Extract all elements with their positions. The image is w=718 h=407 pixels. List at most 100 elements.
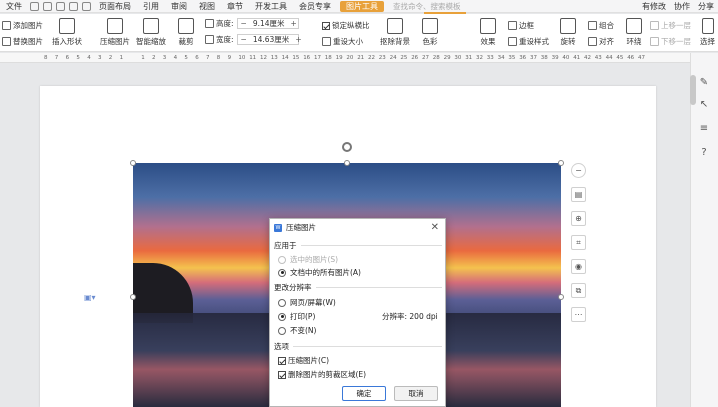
zoom-picture-icon[interactable]: ⊕ [571, 211, 586, 226]
ruler-tick: 27 [422, 55, 429, 61]
undo-icon[interactable] [69, 1, 78, 11]
group-icon [588, 21, 597, 30]
radio-no-change[interactable]: 不变(N) [278, 325, 316, 336]
select-icon [701, 18, 714, 34]
changed-status[interactable]: 有修改 [638, 0, 670, 12]
replace-picture-button[interactable]: 替换图片 [2, 36, 43, 47]
resize-handle-left[interactable] [130, 294, 136, 300]
ruler-tick: 3 [162, 55, 167, 61]
ruler-tick: 28 [432, 55, 440, 61]
dialog-title: 压缩图片 [286, 223, 316, 232]
tab-view[interactable]: 视图 [193, 0, 221, 12]
collab-button[interactable]: 协作 [670, 0, 694, 12]
align-button[interactable]: 对齐 [588, 36, 614, 47]
group-button[interactable]: 组合 [588, 20, 614, 31]
redo-icon[interactable] [82, 1, 91, 11]
save-icon[interactable] [30, 1, 39, 11]
horizontal-ruler[interactable]: 8 7 6 5 4 3 2 1 1 2 3 4 5 6 7 8 9 10 11 12 13 14 15 16 17 18 19 20 2… [0, 53, 690, 63]
radio-print[interactable]: 打印(P) [278, 311, 315, 322]
effects-button[interactable]: 效果 [480, 18, 496, 47]
tab-references[interactable]: 引用 [137, 0, 165, 12]
resize-handle-right[interactable] [558, 294, 564, 300]
select-button[interactable]: 选择 [700, 18, 715, 47]
tab-review[interactable]: 审阅 [165, 0, 193, 12]
reset-size-button[interactable]: 重设大小 [322, 36, 363, 47]
resize-handle-top[interactable] [344, 160, 350, 166]
more-icon[interactable]: ⋯ [571, 307, 586, 322]
radio-all-pictures[interactable]: 文档中的所有图片(A) [278, 267, 361, 278]
border-button[interactable]: 边框 [508, 20, 534, 31]
tab-page-layout[interactable]: 页面布局 [93, 0, 137, 12]
insert-shape-button[interactable]: 插入形状 [52, 18, 82, 47]
rotate-button[interactable]: 旋转 [560, 18, 576, 47]
picture-to-text-icon[interactable]: ⧉ [571, 283, 586, 298]
collapse-icon[interactable]: − [571, 163, 586, 178]
ruler-tick: 43 [594, 55, 602, 61]
add-picture-button[interactable]: 添加图片 [2, 20, 43, 31]
radio-web-icon [278, 298, 286, 307]
menu-bar: 文件 页面布局 引用 审阅 视图 章节 开发工具 会员专享 图片工具 查找命令、… [0, 0, 718, 13]
remove-background-button[interactable]: 抠除背景 [380, 18, 410, 47]
checkbox-compress[interactable]: 压缩图片(C) [278, 355, 329, 366]
tab-member[interactable]: 会员专享 [293, 0, 337, 12]
layout-options-icon[interactable]: ▤ [571, 187, 586, 202]
reset-style-icon [508, 37, 517, 46]
ruler-tick: 5 [76, 55, 80, 61]
ruler-tick: 41 [573, 55, 581, 61]
bring-forward-button[interactable]: 上移一层 [650, 20, 691, 31]
height-input[interactable]: −9.14厘米 + [236, 18, 300, 29]
reset-style-button[interactable]: 重设样式 [508, 36, 549, 47]
tab-developer[interactable]: 开发工具 [249, 0, 293, 12]
vertical-scrollbar[interactable] [690, 75, 696, 105]
idea-icon[interactable]: ◉ [571, 259, 586, 274]
print-icon[interactable] [43, 1, 52, 11]
ruler-tick: 34 [497, 55, 505, 61]
checkbox-delete-cropped[interactable]: 删除图片的剪裁区域(E) [278, 369, 366, 380]
rotate-handle-icon[interactable] [342, 142, 352, 152]
ruler-tick: 36 [519, 55, 527, 61]
cancel-button[interactable]: 取消 [394, 386, 438, 401]
width-input[interactable]: −14.63厘米 + [236, 34, 302, 45]
width-decrement[interactable]: − [238, 35, 250, 44]
tab-picture-tools[interactable]: 图片工具 [340, 0, 384, 12]
share-button[interactable]: 分享 [694, 0, 718, 12]
menu-file[interactable]: 文件 [0, 0, 28, 12]
color-icon [422, 18, 438, 34]
close-icon[interactable]: ✕ [431, 222, 439, 233]
preview-icon[interactable] [56, 1, 65, 11]
lock-ratio-checkbox[interactable]: 锁定纵横比 [322, 20, 370, 31]
color-button[interactable]: 色彩 [422, 18, 438, 47]
height-decrement[interactable]: − [238, 19, 250, 28]
lock-ratio-check [322, 21, 330, 30]
compress-picture-button[interactable]: 压缩图片 [100, 18, 130, 47]
width-icon [205, 35, 214, 44]
tab-section[interactable]: 章节 [221, 0, 249, 12]
resize-handle-top-right[interactable] [558, 160, 564, 166]
wps-logo-icon: W [274, 223, 282, 232]
crop-picture-icon[interactable]: ⌗ [571, 235, 586, 250]
send-backward-button[interactable]: 下移一层 [650, 36, 691, 47]
smart-zoom-button[interactable]: 智能缩放 [136, 18, 166, 47]
remove-background-icon [387, 18, 403, 34]
ruler-tick: 11 [249, 55, 257, 61]
radio-selected-pictures[interactable]: 选中的图片(S) [278, 254, 338, 265]
wrap-button[interactable]: 环绕 [626, 18, 642, 47]
command-search[interactable]: 查找命令、搜索模板 [393, 1, 461, 12]
edit-icon[interactable]: ✎ [698, 77, 710, 89]
cursor-icon[interactable]: ↖ [698, 99, 710, 111]
ok-button[interactable]: 确定 [342, 386, 386, 401]
ruler-tick: 15 [292, 55, 300, 61]
crop-button[interactable]: 裁剪 [178, 18, 194, 47]
width-increment[interactable]: + [292, 35, 304, 44]
resize-handle-top-left[interactable] [130, 160, 136, 166]
paragraph-anchor-icon[interactable]: ▣▾ [84, 293, 96, 302]
ruler-tick: 4 [87, 55, 91, 61]
height-increment[interactable]: + [288, 19, 300, 28]
ruler-tick: 13 [270, 55, 278, 61]
ruler-tick: 8 [216, 55, 221, 61]
ruler-tick: 16 [303, 55, 311, 61]
help-icon[interactable]: ? [698, 147, 710, 159]
dialog-title-bar[interactable]: W 压缩图片 ✕ [270, 219, 445, 236]
radio-web-screen[interactable]: 网页/屏幕(W) [278, 297, 336, 308]
settings-sliders-icon[interactable]: ≡ [698, 123, 710, 135]
